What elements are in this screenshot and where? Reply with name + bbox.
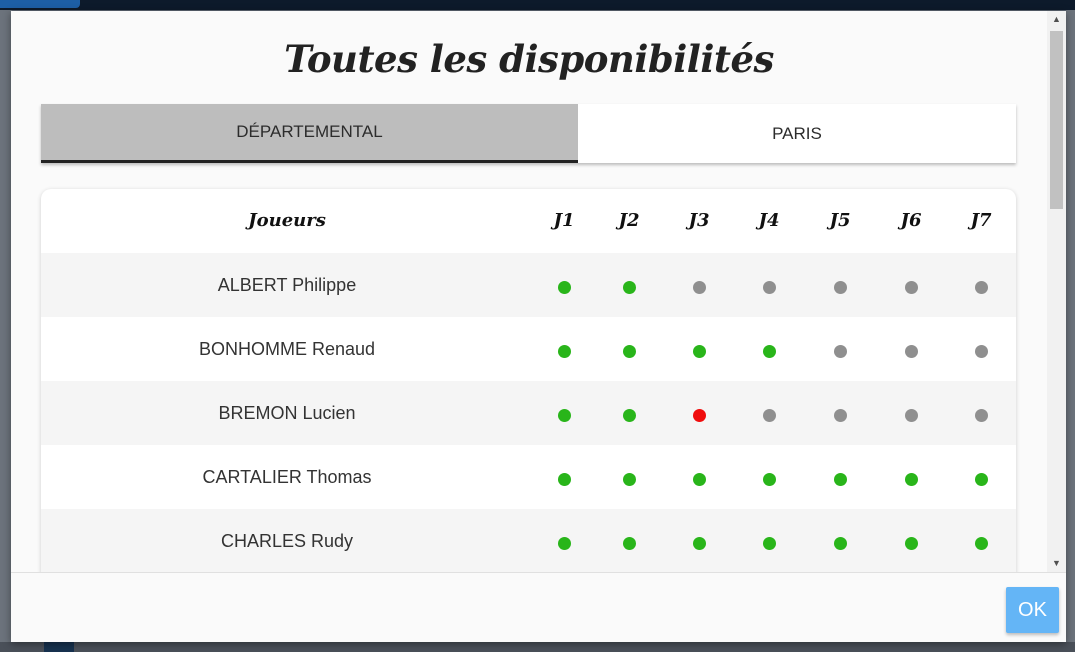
player-name: BONHOMME Renaud	[198, 339, 376, 359]
table-row: BONHOMME Renaud	[41, 317, 1016, 381]
tab-paris-label: PARIS	[772, 123, 822, 143]
availability-dot-unknown	[833, 409, 847, 422]
backdrop-bottom	[0, 642, 1075, 652]
scroll-up-arrow-icon[interactable]: ▲	[1047, 11, 1066, 28]
availability-dot-available	[557, 281, 571, 294]
player-name: ALBERT Philippe	[217, 275, 357, 295]
availability-dot-unknown	[974, 409, 988, 422]
player-name: CHARLES Rudy	[220, 531, 354, 551]
availability-dot-unknown	[833, 345, 847, 358]
header-joueurs: Joueurs	[248, 210, 326, 231]
availability-dot-available	[622, 409, 636, 422]
table-row: CHARLES Rudy	[41, 509, 1016, 572]
tab-departemental-label: DÉPARTEMENTAL	[236, 122, 383, 141]
ok-button[interactable]: OK	[1006, 587, 1059, 633]
availability-dot-available	[833, 473, 847, 486]
tab-paris[interactable]: PARIS	[578, 104, 1016, 163]
availability-modal: Toutes les disponibilités DÉPARTEMENTAL …	[11, 11, 1066, 642]
availability-dot-unknown	[692, 281, 706, 294]
modal-content: Toutes les disponibilités DÉPARTEMENTAL …	[11, 11, 1047, 572]
availability-dot-available	[692, 345, 706, 358]
availability-dot-available	[622, 345, 636, 358]
backdrop-right	[1066, 10, 1075, 652]
vertical-scrollbar[interactable]: ▲ ▼	[1047, 11, 1066, 572]
availability-table: Joueurs J1 J2 J3 J4 J5 J6 J7 ALBERT Philippe BON…	[41, 189, 1016, 572]
header-j5: J5	[829, 210, 851, 231]
header-j2: J2	[618, 210, 640, 231]
availability-dot-unknown	[833, 281, 847, 294]
availability-dot-available	[762, 345, 776, 358]
availability-dot-unknown	[904, 281, 918, 294]
header-j6: J6	[900, 210, 922, 231]
availability-dot-unknown	[974, 345, 988, 358]
tab-bar: DÉPARTEMENTAL PARIS	[41, 104, 1016, 163]
availability-dot-unknown	[762, 281, 776, 294]
availability-dot-available	[557, 473, 571, 486]
tab-departemental[interactable]: DÉPARTEMENTAL	[41, 104, 578, 163]
availability-dot-available	[762, 473, 776, 486]
availability-dot-unknown	[904, 345, 918, 358]
availability-dot-available	[622, 281, 636, 294]
header-j4: J4	[758, 210, 780, 231]
availability-dot-unavailable	[692, 409, 706, 422]
availability-dot-available	[692, 537, 706, 550]
availability-dot-unknown	[974, 281, 988, 294]
availability-dot-available	[692, 473, 706, 486]
availability-dot-available	[904, 537, 918, 550]
availability-dot-available	[974, 473, 988, 486]
backdrop-strip	[44, 642, 74, 652]
header-j1: J1	[553, 210, 575, 231]
availability-dot-available	[762, 537, 776, 550]
availability-dot-available	[557, 345, 571, 358]
availability-dot-available	[622, 537, 636, 550]
header-j7: J7	[970, 210, 992, 231]
backdrop-nav-tab	[0, 0, 80, 8]
table-row: BREMON Lucien	[41, 381, 1016, 445]
availability-dot-unknown	[762, 409, 776, 422]
availability-dot-available	[904, 473, 918, 486]
availability-dot-unknown	[904, 409, 918, 422]
modal-title: Toutes les disponibilités	[284, 37, 774, 81]
modal-footer: OK	[11, 572, 1066, 642]
backdrop-topbar	[0, 0, 1075, 10]
table-header: Joueurs J1 J2 J3 J4 J5 J6 J7	[41, 189, 1016, 253]
player-name: BREMON Lucien	[218, 403, 356, 423]
scrollbar-thumb[interactable]	[1050, 31, 1063, 209]
availability-dot-available	[622, 473, 636, 486]
header-j3: J3	[688, 210, 710, 231]
availability-dot-available	[557, 409, 571, 422]
availability-dot-available	[557, 537, 571, 550]
availability-dot-available	[974, 537, 988, 550]
player-name: CARTALIER Thomas	[202, 467, 372, 487]
scroll-down-arrow-icon[interactable]: ▼	[1047, 555, 1066, 572]
table-row: ALBERT Philippe	[41, 253, 1016, 317]
availability-dot-available	[833, 537, 847, 550]
table-row: CARTALIER Thomas	[41, 445, 1016, 509]
